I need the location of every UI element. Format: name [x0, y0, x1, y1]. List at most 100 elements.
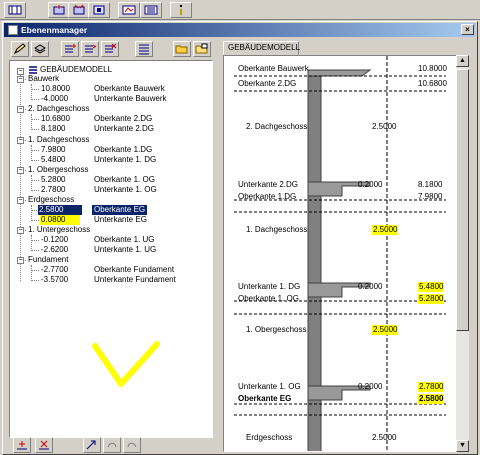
- level-label[interactable]: Unterkante 1. OG: [92, 185, 159, 195]
- tree-connector: [31, 205, 32, 221]
- level-label[interactable]: Oberkante Bauwerk: [92, 84, 167, 94]
- add-group-icon: [65, 44, 76, 53]
- tree-connector: [31, 190, 39, 191]
- level-value[interactable]: 10.8000: [40, 84, 80, 94]
- tree-group-4[interactable]: Erdgeschoss: [28, 195, 74, 205]
- level-view-button[interactable]: [118, 2, 140, 18]
- add-level-icon: [53, 5, 65, 15]
- section-elevation-value: 10.6800: [418, 79, 447, 88]
- sort-list-icon: [139, 44, 149, 55]
- level-label[interactable]: Oberkante 2.DG: [92, 114, 154, 124]
- level-grid-icon: [8, 5, 22, 15]
- level-label[interactable]: Unterkante 1. DG: [92, 155, 158, 165]
- level-copy-button[interactable]: [88, 2, 110, 18]
- tree-connector: [31, 129, 39, 130]
- section-elevation-value: 8.1800: [418, 180, 443, 189]
- section-level-label: Unterkante 2.DG: [238, 180, 299, 189]
- tool-sort-button[interactable]: [135, 41, 153, 57]
- collapse-toggle[interactable]: −: [17, 197, 24, 204]
- tree-group-5[interactable]: 1. Untergeschoss: [28, 225, 90, 235]
- level-value[interactable]: -3.5700: [40, 275, 80, 285]
- level-label[interactable]: Oberkante Fundament: [92, 265, 176, 275]
- level-settings-icon: [144, 5, 158, 15]
- tool-layers-button[interactable]: [31, 41, 49, 57]
- section-height-value: 2.5000: [372, 225, 399, 235]
- level-value[interactable]: -0.1200: [40, 235, 80, 245]
- arrow-icon: [86, 440, 96, 450]
- level-value[interactable]: -2.7700: [40, 265, 80, 275]
- tree-connector: [31, 240, 39, 241]
- save-icon: [195, 43, 208, 54]
- level-value[interactable]: 5.2800: [40, 175, 80, 185]
- section-drawing: [234, 56, 446, 451]
- level-value[interactable]: 2.5800: [38, 205, 82, 215]
- level-label[interactable]: Unterkante 2.DG: [92, 124, 156, 134]
- collapse-toggle[interactable]: −: [17, 76, 24, 83]
- section-elevation-value: 5.2800: [418, 294, 445, 304]
- scroll-thumb[interactable]: [456, 69, 469, 331]
- tree-group-2[interactable]: 1. Dachgeschoss: [28, 135, 89, 145]
- folder-open-icon: [175, 45, 188, 54]
- tree-group-0[interactable]: Bauwerk: [28, 74, 59, 84]
- tab-gebaeudemodell[interactable]: GEBÄUDEMODELL: [223, 41, 300, 55]
- level-label[interactable]: Unterkante 1. UG: [92, 245, 158, 255]
- tree-connector: [31, 175, 32, 191]
- insert-level-button[interactable]: [68, 2, 90, 18]
- section-level-label: 1. Obergeschoss: [246, 325, 307, 334]
- level-value[interactable]: -2.6200: [40, 245, 80, 255]
- tree-connector: [31, 89, 39, 90]
- level-grid-button[interactable]: [4, 2, 26, 18]
- level-label[interactable]: Oberkante EG: [92, 205, 148, 215]
- export-button[interactable]: [83, 437, 101, 453]
- main-toolbar: [0, 0, 480, 20]
- save-button[interactable]: [193, 41, 211, 57]
- delete-icon: [39, 440, 49, 450]
- level-value[interactable]: 5.4800: [40, 155, 80, 165]
- collapse-toggle[interactable]: −: [17, 257, 24, 264]
- delete-level-bottom-button[interactable]: [35, 437, 53, 453]
- section-level-label: 2. Dachgeschoss: [246, 122, 308, 131]
- tree-group-1[interactable]: 2. Dachgeschoss: [28, 104, 89, 114]
- collapse-toggle[interactable]: −: [17, 106, 24, 113]
- level-value[interactable]: 0.0800: [40, 215, 80, 225]
- level-label[interactable]: Unterkante Bauwerk: [92, 94, 168, 104]
- tree-group-6[interactable]: Fundament: [28, 255, 68, 265]
- collapse-toggle[interactable]: −: [17, 167, 24, 174]
- tool-add-group-button[interactable]: [61, 41, 79, 57]
- level-label[interactable]: Oberkante 1.DG: [92, 145, 154, 155]
- level-label[interactable]: Oberkante 1. UG: [92, 235, 156, 245]
- redo-button[interactable]: [123, 437, 141, 453]
- tree-connector: [31, 180, 39, 181]
- section-level-label: Oberkante Bauwerk: [238, 64, 309, 73]
- level-settings-button[interactable]: [140, 2, 162, 18]
- collapse-toggle[interactable]: −: [17, 227, 24, 234]
- add-level-button[interactable]: [48, 2, 70, 18]
- level-label[interactable]: Unterkante Fundament: [92, 275, 178, 285]
- close-button[interactable]: ×: [461, 24, 474, 35]
- tool-insert-group-button[interactable]: [81, 41, 99, 57]
- section-level-label: Unterkante 1. DG: [238, 282, 301, 291]
- add-level-bottom-button[interactable]: [13, 437, 31, 453]
- tree-group-3[interactable]: 1. Obergeschoss: [28, 165, 88, 175]
- open-folder-button[interactable]: [173, 41, 191, 57]
- level-value[interactable]: -4.0000: [40, 94, 80, 104]
- level-label[interactable]: Oberkante 1. OG: [92, 175, 157, 185]
- tree-connector: [31, 280, 39, 281]
- scroll-down-button[interactable]: ▼: [456, 440, 469, 452]
- pencil-icon: [13, 43, 26, 55]
- level-value[interactable]: 10.6800: [40, 114, 80, 124]
- undo-button[interactable]: [103, 437, 121, 453]
- collapse-toggle[interactable]: −: [17, 137, 24, 144]
- scroll-up-button[interactable]: ▲: [456, 55, 469, 67]
- section-height-value: 0.2000: [358, 180, 383, 189]
- level-value[interactable]: 7.9800: [40, 145, 80, 155]
- level-value[interactable]: 8.1800: [40, 124, 80, 134]
- info-button[interactable]: [170, 2, 192, 18]
- vertical-scrollbar[interactable]: ▲ ▼: [456, 55, 469, 452]
- level-value[interactable]: 2.7800: [40, 185, 80, 195]
- tool-edit-button[interactable]: [11, 41, 29, 57]
- tool-delete-group-button[interactable]: [101, 41, 119, 57]
- level-label[interactable]: Unterkante EG: [92, 215, 149, 225]
- collapse-toggle[interactable]: −: [17, 68, 24, 75]
- window-title: Ebenenmanager: [21, 25, 88, 35]
